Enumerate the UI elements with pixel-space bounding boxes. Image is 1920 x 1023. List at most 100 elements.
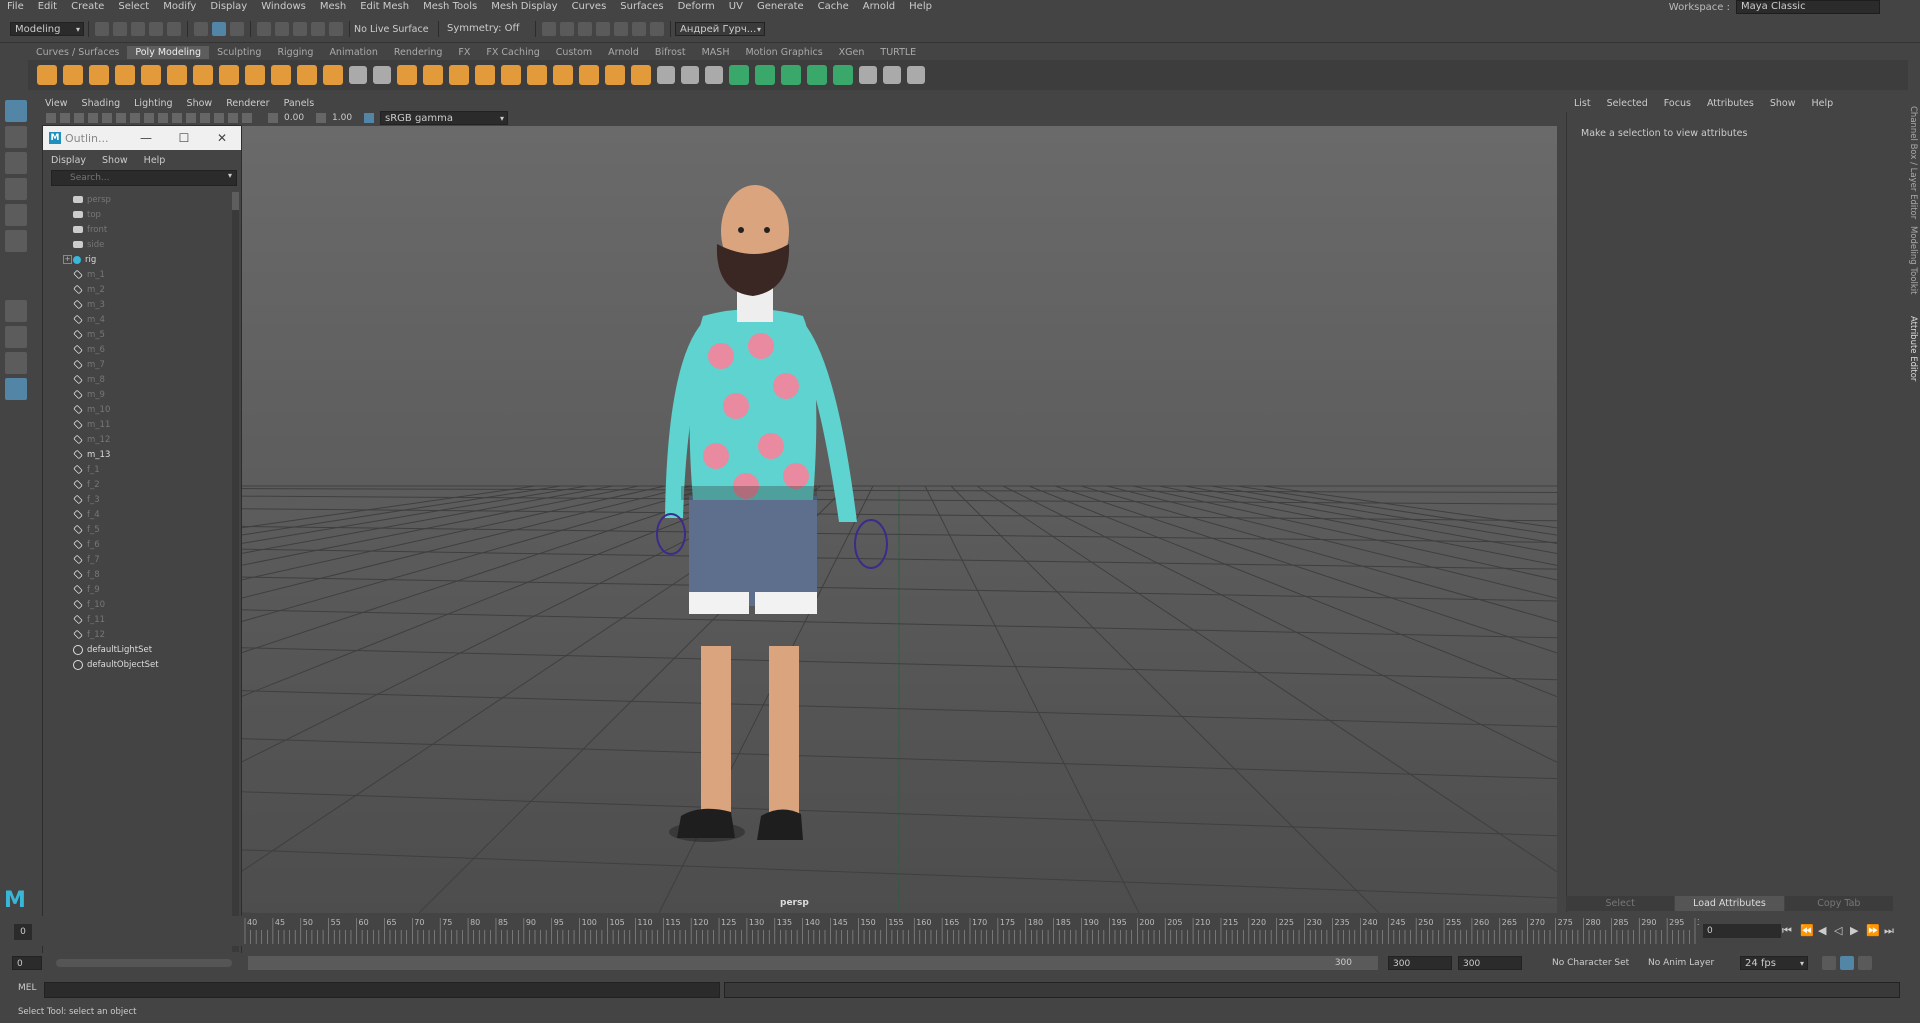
load-attributes-button[interactable]: Load Attributes — [1675, 896, 1784, 911]
remesh-icon[interactable] — [527, 65, 547, 85]
safe-action-icon[interactable] — [130, 113, 140, 123]
shadows-icon[interactable] — [200, 113, 210, 123]
outliner-item[interactable]: f_1 — [43, 462, 227, 477]
workspace-dropdown[interactable]: Maya Classic — [1736, 0, 1880, 14]
symmetry-dropdown[interactable]: Symmetry: Off — [443, 22, 531, 36]
outliner-item[interactable]: defaultLightSet — [43, 642, 227, 657]
scale-tool-icon[interactable] — [5, 230, 27, 252]
menu-set-dropdown[interactable]: Modeling ▾ — [10, 22, 84, 36]
outliner-item[interactable]: m_5 — [43, 327, 227, 342]
shelf-tab-rendering[interactable]: Rendering — [386, 46, 451, 59]
maximize-icon[interactable]: ☐ — [165, 131, 203, 145]
append-icon[interactable] — [807, 65, 827, 85]
select-hierarchy-icon[interactable] — [194, 22, 208, 36]
menu-create[interactable]: Create — [64, 0, 111, 14]
shelf-tab-fx[interactable]: FX — [450, 46, 478, 59]
poly-torus-icon[interactable] — [141, 65, 161, 85]
playback-end-field[interactable]: 300 — [1388, 956, 1452, 970]
outliner-item[interactable]: f_6 — [43, 537, 227, 552]
fps-dropdown[interactable]: 24 fps ▾ — [1740, 956, 1808, 970]
open-scene-icon[interactable] — [113, 22, 127, 36]
expand-icon[interactable]: + — [63, 255, 72, 264]
outliner-item[interactable]: m_1 — [43, 267, 227, 282]
undo-icon[interactable] — [149, 22, 163, 36]
step-forward-key-icon[interactable]: ⏩ — [1866, 924, 1880, 937]
viewport-menu-panels[interactable]: Panels — [277, 98, 322, 109]
shelf-tab-mash[interactable]: MASH — [694, 46, 738, 59]
shelf-tab-xgen[interactable]: XGen — [831, 46, 873, 59]
outliner-menu-help[interactable]: Help — [136, 155, 174, 166]
outliner-item[interactable]: f_12 — [43, 627, 227, 642]
hypershade-icon[interactable] — [632, 22, 646, 36]
play-forward-icon[interactable]: ▶ — [1850, 924, 1858, 937]
shelf-tab-turtle[interactable]: TURTLE — [872, 46, 924, 59]
poly-helix-icon[interactable] — [271, 65, 291, 85]
viewport-persp[interactable]: persp — [241, 126, 1557, 913]
extract-icon[interactable] — [449, 65, 469, 85]
viewport-menu-show[interactable]: Show — [180, 98, 220, 109]
select-object-icon[interactable] — [212, 22, 226, 36]
menu-file[interactable]: File — [0, 0, 31, 14]
search-options-icon[interactable]: ▾ — [228, 171, 232, 180]
outliner-item[interactable]: f_9 — [43, 582, 227, 597]
step-back-key-icon[interactable]: ⏪ — [1800, 924, 1814, 937]
ambient-occlusion-icon[interactable] — [214, 113, 224, 123]
single-perspective-layout-icon[interactable] — [5, 300, 27, 322]
shelf-tab-rigging[interactable]: Rigging — [269, 46, 321, 59]
tab-channel-box[interactable]: Channel Box / Layer Editor — [1906, 106, 1918, 219]
construction-history-icon[interactable] — [542, 22, 556, 36]
menu-mesh-display[interactable]: Mesh Display — [484, 0, 564, 14]
color-management-icon[interactable] — [364, 113, 374, 123]
outliner-item[interactable]: f_4 — [43, 507, 227, 522]
outliner-item[interactable]: f_8 — [43, 567, 227, 582]
outliner-item[interactable]: m_11 — [43, 417, 227, 432]
rotate-tool-icon[interactable] — [5, 204, 27, 226]
edge-loop-icon[interactable] — [681, 66, 699, 84]
lights-icon[interactable] — [186, 113, 196, 123]
menu-mesh[interactable]: Mesh — [313, 0, 353, 14]
bool-icon[interactable] — [397, 65, 417, 85]
poly-cube-icon[interactable] — [63, 65, 83, 85]
textured-icon[interactable] — [172, 113, 182, 123]
viewport-menu-renderer[interactable]: Renderer — [219, 98, 276, 109]
menu-select[interactable]: Select — [111, 0, 156, 14]
smooth-icon[interactable] — [475, 65, 495, 85]
close-icon[interactable]: ✕ — [203, 131, 241, 145]
script-type-label[interactable]: MEL — [18, 983, 36, 993]
menu-help[interactable]: Help — [902, 0, 939, 14]
attr-menu-focus[interactable]: Focus — [1656, 98, 1699, 109]
camera-attributes-icon[interactable] — [46, 113, 56, 123]
outliner-item[interactable]: f_10 — [43, 597, 227, 612]
menu-mesh-tools[interactable]: Mesh Tools — [416, 0, 484, 14]
auto-key-icon[interactable] — [1840, 956, 1854, 970]
menu-display[interactable]: Display — [203, 0, 254, 14]
extrude-icon[interactable] — [729, 65, 749, 85]
go-to-end-icon[interactable]: ⏭ — [1884, 924, 1894, 938]
film-gate-icon[interactable] — [102, 113, 112, 123]
outliner-item[interactable]: m_8 — [43, 372, 227, 387]
lasso-tool-icon[interactable] — [5, 126, 27, 148]
play-backward-icon[interactable]: ◁ — [1834, 924, 1842, 937]
anim-prefs-icon[interactable] — [1858, 956, 1872, 970]
gamma-icon[interactable] — [316, 113, 326, 123]
outliner-item[interactable]: m_6 — [43, 342, 227, 357]
menu-arnold[interactable]: Arnold — [856, 0, 902, 14]
combine-icon[interactable] — [373, 66, 391, 84]
ipr-render-icon[interactable] — [596, 22, 610, 36]
exposure-value[interactable]: 0.00 — [284, 113, 314, 123]
outliner-titlebar[interactable]: M Outlin... — ☐ ✕ — [43, 126, 241, 150]
snap-curve-icon[interactable] — [275, 22, 289, 36]
outliner-item[interactable]: + rig — [43, 252, 227, 267]
resolution-gate-icon[interactable] — [116, 113, 126, 123]
four-view-layout-icon[interactable] — [5, 326, 27, 348]
poly-pipe-icon[interactable] — [245, 65, 265, 85]
shelf-tab-custom[interactable]: Custom — [548, 46, 600, 59]
outliner-item[interactable]: m_13 — [43, 447, 227, 462]
shelf-tab-sculpting[interactable]: Sculpting — [209, 46, 269, 59]
shelf-tab-fx-caching[interactable]: FX Caching — [478, 46, 547, 59]
select-button[interactable]: Select — [1566, 896, 1675, 911]
outliner-item[interactable]: front — [43, 222, 227, 237]
go-to-start-icon[interactable]: ⏮ — [1782, 924, 1792, 938]
outliner-search-input[interactable] — [68, 172, 222, 184]
start-frame-field[interactable]: 0 — [14, 924, 32, 940]
